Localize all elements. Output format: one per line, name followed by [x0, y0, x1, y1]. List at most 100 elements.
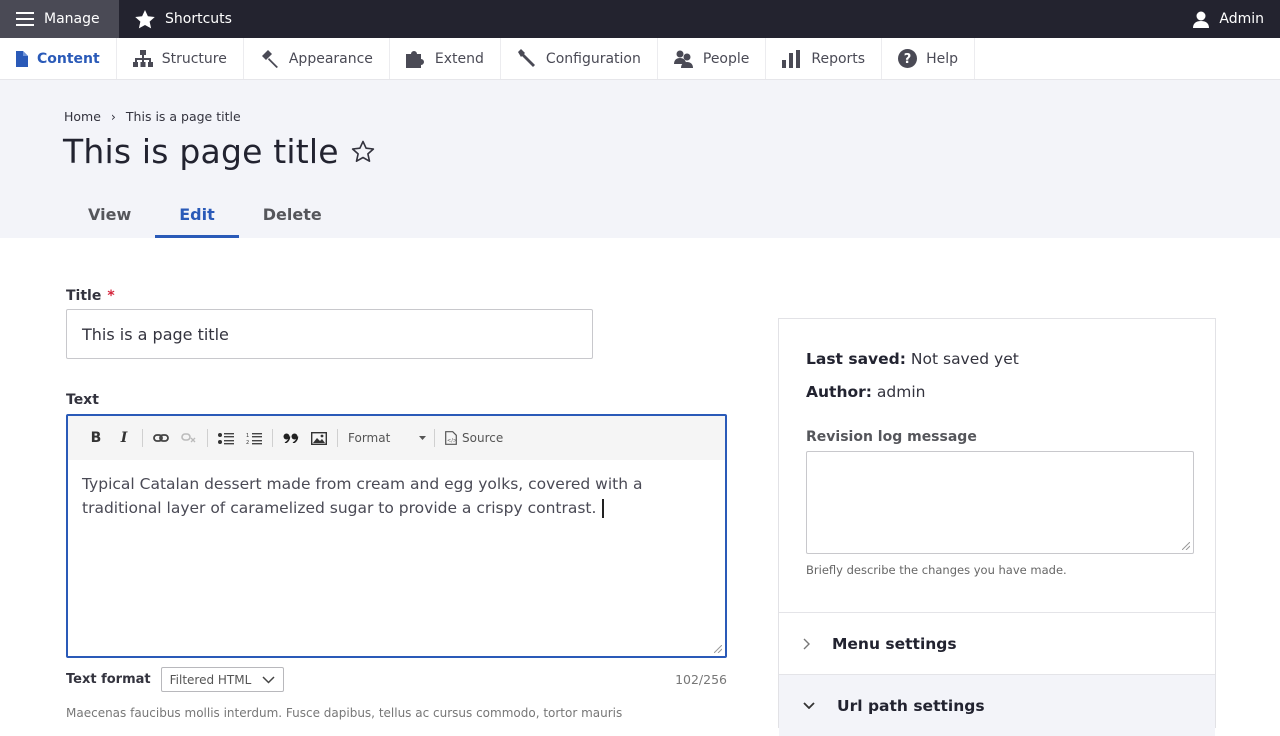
source-label: Source [462, 431, 504, 445]
link-icon [153, 434, 169, 442]
resize-handle-icon[interactable] [714, 645, 722, 653]
last-saved-label: Last saved: [806, 350, 906, 368]
author-label: Author: [806, 383, 872, 401]
star-outline-icon[interactable] [351, 140, 375, 163]
field-description: Maecenas faucibus mollis interdum. Fusce… [66, 706, 623, 720]
menu-settings-toggle[interactable]: Menu settings [779, 612, 1215, 674]
revision-log-textarea[interactable] [806, 451, 1194, 554]
breadcrumb: Home › This is a page title [64, 109, 241, 124]
editor-text: Typical Catalan dessert made from cream … [82, 475, 643, 517]
toolbar-separator [434, 429, 435, 447]
numbered-list-icon: 12 [246, 432, 262, 445]
menu-item-label: Configuration [545, 50, 641, 67]
file-icon [16, 50, 28, 67]
breadcrumb-current[interactable]: This is a page title [126, 109, 241, 124]
character-counter: 102/256 [675, 672, 727, 687]
bulleted-list-button[interactable] [212, 426, 240, 450]
bold-button[interactable]: B [82, 426, 110, 450]
author: Author: admin [806, 383, 925, 401]
last-saved: Last saved: Not saved yet [806, 350, 1019, 368]
user-label: Admin [1219, 11, 1264, 27]
format-dropdown[interactable]: Format [342, 431, 430, 445]
menu-item-label: Content [37, 50, 100, 67]
revision-log-help: Briefly describe the changes you have ma… [806, 563, 1067, 577]
menu-item-extend[interactable]: Extend [390, 38, 501, 79]
menu-item-label: Structure [161, 50, 227, 67]
breadcrumb-separator: › [110, 109, 116, 124]
resize-handle-icon[interactable] [1182, 542, 1190, 550]
menu-item-label: People [702, 50, 750, 67]
editor-toolbar: B I 12 Format </> Source [68, 416, 725, 460]
shortcuts-label: Shortcuts [165, 11, 232, 27]
menu-item-label: Appearance [288, 50, 373, 67]
user-icon [1193, 11, 1210, 28]
menu-item-appearance[interactable]: Appearance [244, 38, 390, 79]
quote-icon [283, 433, 299, 443]
title-label-text: Title [66, 288, 102, 304]
title-input-value: This is a page title [82, 324, 229, 344]
paintbrush-icon [261, 49, 278, 68]
menu-item-content[interactable]: Content [0, 38, 117, 79]
source-icon: </> [445, 431, 457, 445]
bulleted-list-icon [218, 432, 234, 444]
text-format-label: Text format [66, 672, 151, 687]
chevron-right-icon [803, 638, 810, 649]
shortcuts-button[interactable]: Shortcuts [119, 0, 248, 38]
puzzle-icon [405, 50, 424, 68]
text-format-select[interactable]: Filtered HTML [160, 667, 284, 692]
page-title-row: This is page title [63, 132, 375, 171]
hamburger-icon [16, 12, 34, 26]
title-label: Title * [66, 288, 115, 304]
image-button[interactable] [305, 426, 333, 450]
top-toolbar: Manage Shortcuts Admin [0, 0, 1280, 38]
chevron-down-icon [262, 675, 275, 684]
svg-text:1: 1 [246, 433, 249, 439]
breadcrumb-home[interactable]: Home [64, 109, 101, 124]
required-marker: * [107, 288, 115, 304]
manage-button[interactable]: Manage [0, 0, 119, 38]
url-path-settings-toggle[interactable]: Url path settings [779, 674, 1215, 736]
menu-item-structure[interactable]: Structure [117, 38, 244, 79]
menu-item-configuration[interactable]: Configuration [501, 38, 658, 79]
editor-content[interactable]: Typical Catalan dessert made from cream … [68, 460, 708, 532]
title-input[interactable]: This is a page title [66, 309, 593, 359]
svg-text:?: ? [904, 52, 912, 67]
source-button[interactable]: </> Source [439, 431, 503, 445]
text-format-value: Filtered HTML [169, 672, 252, 687]
rich-text-editor[interactable]: B I 12 Format </> Source Typical Catalan… [66, 414, 727, 658]
link-button[interactable] [147, 426, 175, 450]
url-path-settings-label: Url path settings [837, 696, 985, 715]
svg-text:</>: </> [447, 438, 457, 444]
menu-item-people[interactable]: People [658, 38, 767, 79]
bar-chart-icon [782, 49, 801, 68]
user-menu-button[interactable]: Admin [1177, 0, 1280, 38]
menu-item-help[interactable]: ? Help [882, 38, 976, 79]
italic-button[interactable]: I [110, 426, 138, 450]
admin-menu: Content Structure Appearance Extend Conf… [0, 38, 1280, 80]
image-icon [311, 431, 327, 445]
caret-down-icon [419, 436, 426, 440]
meta-sidebar: Last saved: Not saved yet Author: admin … [778, 318, 1216, 736]
menu-item-label: Extend [434, 50, 484, 67]
people-icon [673, 50, 693, 68]
sitemap-icon [132, 50, 153, 67]
unlink-icon [181, 433, 196, 443]
help-icon: ? [898, 49, 918, 68]
menu-item-label: Help [926, 50, 959, 67]
text-format-row: Text format Filtered HTML 102/256 [66, 667, 727, 692]
numbered-list-button[interactable]: 12 [240, 426, 268, 450]
text-label: Text [66, 392, 99, 408]
toolbar-separator [142, 429, 143, 447]
manage-label: Manage [44, 11, 100, 27]
wrench-icon [517, 49, 535, 67]
tab-delete[interactable]: Delete [239, 196, 346, 238]
author-value: admin [876, 383, 926, 401]
unlink-button[interactable] [175, 426, 203, 450]
tab-view[interactable]: View [64, 196, 155, 238]
toolbar-separator [207, 429, 208, 447]
blockquote-button[interactable] [277, 426, 305, 450]
menu-item-reports[interactable]: Reports [766, 38, 883, 79]
tab-edit[interactable]: Edit [155, 196, 239, 238]
page-header: Home › This is a page title This is page… [0, 80, 1280, 238]
text-cursor [602, 499, 604, 518]
